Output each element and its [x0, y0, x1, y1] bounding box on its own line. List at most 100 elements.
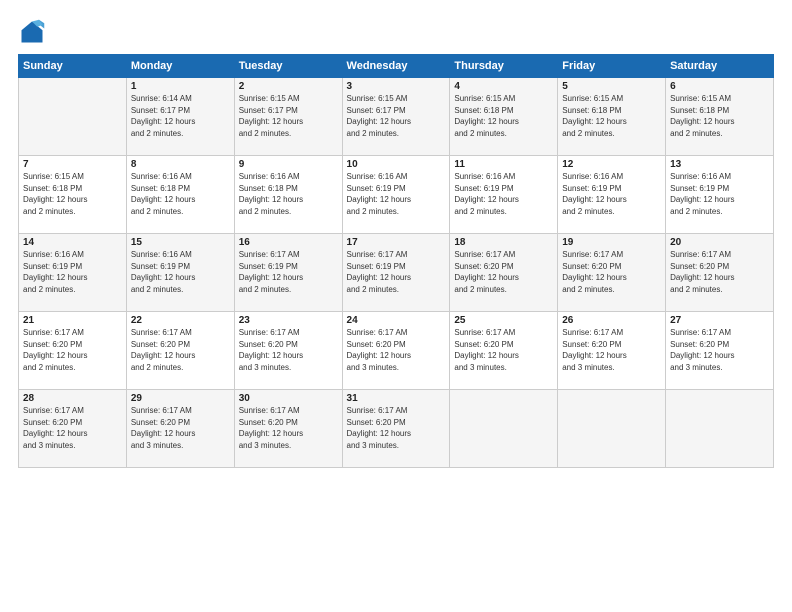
day-cell — [19, 78, 127, 156]
day-info: Sunrise: 6:17 AM Sunset: 6:20 PM Dayligh… — [239, 327, 338, 373]
day-info: Sunrise: 6:15 AM Sunset: 6:17 PM Dayligh… — [239, 93, 338, 139]
day-info: Sunrise: 6:16 AM Sunset: 6:19 PM Dayligh… — [23, 249, 122, 295]
day-number: 26 — [562, 315, 661, 326]
day-number: 10 — [347, 159, 446, 170]
day-cell: 22Sunrise: 6:17 AM Sunset: 6:20 PM Dayli… — [126, 312, 234, 390]
day-info: Sunrise: 6:17 AM Sunset: 6:20 PM Dayligh… — [670, 249, 769, 295]
day-info: Sunrise: 6:17 AM Sunset: 6:20 PM Dayligh… — [347, 327, 446, 373]
day-info: Sunrise: 6:17 AM Sunset: 6:19 PM Dayligh… — [239, 249, 338, 295]
logo-icon — [18, 18, 46, 46]
day-cell: 16Sunrise: 6:17 AM Sunset: 6:19 PM Dayli… — [234, 234, 342, 312]
day-cell: 9Sunrise: 6:16 AM Sunset: 6:18 PM Daylig… — [234, 156, 342, 234]
week-row-0: 1Sunrise: 6:14 AM Sunset: 6:17 PM Daylig… — [19, 78, 774, 156]
day-number: 12 — [562, 159, 661, 170]
day-info: Sunrise: 6:15 AM Sunset: 6:18 PM Dayligh… — [562, 93, 661, 139]
col-header-thursday: Thursday — [450, 55, 558, 78]
day-number: 8 — [131, 159, 230, 170]
day-cell: 28Sunrise: 6:17 AM Sunset: 6:20 PM Dayli… — [19, 390, 127, 468]
day-info: Sunrise: 6:17 AM Sunset: 6:20 PM Dayligh… — [347, 405, 446, 451]
day-cell: 14Sunrise: 6:16 AM Sunset: 6:19 PM Dayli… — [19, 234, 127, 312]
day-info: Sunrise: 6:14 AM Sunset: 6:17 PM Dayligh… — [131, 93, 230, 139]
day-info: Sunrise: 6:16 AM Sunset: 6:18 PM Dayligh… — [131, 171, 230, 217]
day-number: 22 — [131, 315, 230, 326]
day-info: Sunrise: 6:16 AM Sunset: 6:19 PM Dayligh… — [347, 171, 446, 217]
day-number: 14 — [23, 237, 122, 248]
col-header-friday: Friday — [558, 55, 666, 78]
day-number: 7 — [23, 159, 122, 170]
day-cell: 1Sunrise: 6:14 AM Sunset: 6:17 PM Daylig… — [126, 78, 234, 156]
day-cell: 4Sunrise: 6:15 AM Sunset: 6:18 PM Daylig… — [450, 78, 558, 156]
day-info: Sunrise: 6:16 AM Sunset: 6:18 PM Dayligh… — [239, 171, 338, 217]
day-cell: 3Sunrise: 6:15 AM Sunset: 6:17 PM Daylig… — [342, 78, 450, 156]
col-header-sunday: Sunday — [19, 55, 127, 78]
col-header-saturday: Saturday — [666, 55, 774, 78]
day-cell: 6Sunrise: 6:15 AM Sunset: 6:18 PM Daylig… — [666, 78, 774, 156]
day-info: Sunrise: 6:17 AM Sunset: 6:20 PM Dayligh… — [23, 405, 122, 451]
day-info: Sunrise: 6:17 AM Sunset: 6:20 PM Dayligh… — [562, 327, 661, 373]
day-number: 18 — [454, 237, 553, 248]
day-cell: 5Sunrise: 6:15 AM Sunset: 6:18 PM Daylig… — [558, 78, 666, 156]
day-number: 24 — [347, 315, 446, 326]
day-cell: 2Sunrise: 6:15 AM Sunset: 6:17 PM Daylig… — [234, 78, 342, 156]
day-info: Sunrise: 6:15 AM Sunset: 6:17 PM Dayligh… — [347, 93, 446, 139]
day-cell: 7Sunrise: 6:15 AM Sunset: 6:18 PM Daylig… — [19, 156, 127, 234]
week-row-2: 14Sunrise: 6:16 AM Sunset: 6:19 PM Dayli… — [19, 234, 774, 312]
day-cell: 13Sunrise: 6:16 AM Sunset: 6:19 PM Dayli… — [666, 156, 774, 234]
day-cell: 23Sunrise: 6:17 AM Sunset: 6:20 PM Dayli… — [234, 312, 342, 390]
day-number: 11 — [454, 159, 553, 170]
day-cell: 31Sunrise: 6:17 AM Sunset: 6:20 PM Dayli… — [342, 390, 450, 468]
day-number: 31 — [347, 393, 446, 404]
day-info: Sunrise: 6:17 AM Sunset: 6:20 PM Dayligh… — [131, 405, 230, 451]
day-number: 5 — [562, 81, 661, 92]
day-number: 13 — [670, 159, 769, 170]
day-cell: 17Sunrise: 6:17 AM Sunset: 6:19 PM Dayli… — [342, 234, 450, 312]
day-cell: 27Sunrise: 6:17 AM Sunset: 6:20 PM Dayli… — [666, 312, 774, 390]
day-cell: 30Sunrise: 6:17 AM Sunset: 6:20 PM Dayli… — [234, 390, 342, 468]
header — [18, 18, 774, 46]
day-number: 9 — [239, 159, 338, 170]
day-info: Sunrise: 6:17 AM Sunset: 6:20 PM Dayligh… — [23, 327, 122, 373]
col-header-monday: Monday — [126, 55, 234, 78]
day-number: 30 — [239, 393, 338, 404]
day-number: 16 — [239, 237, 338, 248]
day-cell — [450, 390, 558, 468]
day-cell: 15Sunrise: 6:16 AM Sunset: 6:19 PM Dayli… — [126, 234, 234, 312]
day-cell — [558, 390, 666, 468]
day-number: 6 — [670, 81, 769, 92]
day-info: Sunrise: 6:17 AM Sunset: 6:20 PM Dayligh… — [131, 327, 230, 373]
day-cell: 20Sunrise: 6:17 AM Sunset: 6:20 PM Dayli… — [666, 234, 774, 312]
day-info: Sunrise: 6:17 AM Sunset: 6:20 PM Dayligh… — [454, 249, 553, 295]
day-info: Sunrise: 6:17 AM Sunset: 6:20 PM Dayligh… — [670, 327, 769, 373]
day-cell: 11Sunrise: 6:16 AM Sunset: 6:19 PM Dayli… — [450, 156, 558, 234]
day-info: Sunrise: 6:17 AM Sunset: 6:20 PM Dayligh… — [239, 405, 338, 451]
day-number: 3 — [347, 81, 446, 92]
calendar-table: SundayMondayTuesdayWednesdayThursdayFrid… — [18, 54, 774, 468]
logo — [18, 18, 50, 46]
day-cell — [666, 390, 774, 468]
day-number: 2 — [239, 81, 338, 92]
day-number: 4 — [454, 81, 553, 92]
col-header-wednesday: Wednesday — [342, 55, 450, 78]
week-row-1: 7Sunrise: 6:15 AM Sunset: 6:18 PM Daylig… — [19, 156, 774, 234]
day-cell: 10Sunrise: 6:16 AM Sunset: 6:19 PM Dayli… — [342, 156, 450, 234]
day-cell: 21Sunrise: 6:17 AM Sunset: 6:20 PM Dayli… — [19, 312, 127, 390]
day-number: 28 — [23, 393, 122, 404]
day-number: 21 — [23, 315, 122, 326]
day-cell: 26Sunrise: 6:17 AM Sunset: 6:20 PM Dayli… — [558, 312, 666, 390]
day-number: 1 — [131, 81, 230, 92]
day-info: Sunrise: 6:15 AM Sunset: 6:18 PM Dayligh… — [670, 93, 769, 139]
day-cell: 12Sunrise: 6:16 AM Sunset: 6:19 PM Dayli… — [558, 156, 666, 234]
day-info: Sunrise: 6:16 AM Sunset: 6:19 PM Dayligh… — [454, 171, 553, 217]
day-info: Sunrise: 6:16 AM Sunset: 6:19 PM Dayligh… — [562, 171, 661, 217]
day-cell: 19Sunrise: 6:17 AM Sunset: 6:20 PM Dayli… — [558, 234, 666, 312]
day-cell: 29Sunrise: 6:17 AM Sunset: 6:20 PM Dayli… — [126, 390, 234, 468]
week-row-3: 21Sunrise: 6:17 AM Sunset: 6:20 PM Dayli… — [19, 312, 774, 390]
day-info: Sunrise: 6:17 AM Sunset: 6:20 PM Dayligh… — [562, 249, 661, 295]
day-cell: 8Sunrise: 6:16 AM Sunset: 6:18 PM Daylig… — [126, 156, 234, 234]
day-info: Sunrise: 6:17 AM Sunset: 6:20 PM Dayligh… — [454, 327, 553, 373]
day-info: Sunrise: 6:17 AM Sunset: 6:19 PM Dayligh… — [347, 249, 446, 295]
day-number: 25 — [454, 315, 553, 326]
col-header-tuesday: Tuesday — [234, 55, 342, 78]
day-cell: 25Sunrise: 6:17 AM Sunset: 6:20 PM Dayli… — [450, 312, 558, 390]
day-info: Sunrise: 6:16 AM Sunset: 6:19 PM Dayligh… — [131, 249, 230, 295]
